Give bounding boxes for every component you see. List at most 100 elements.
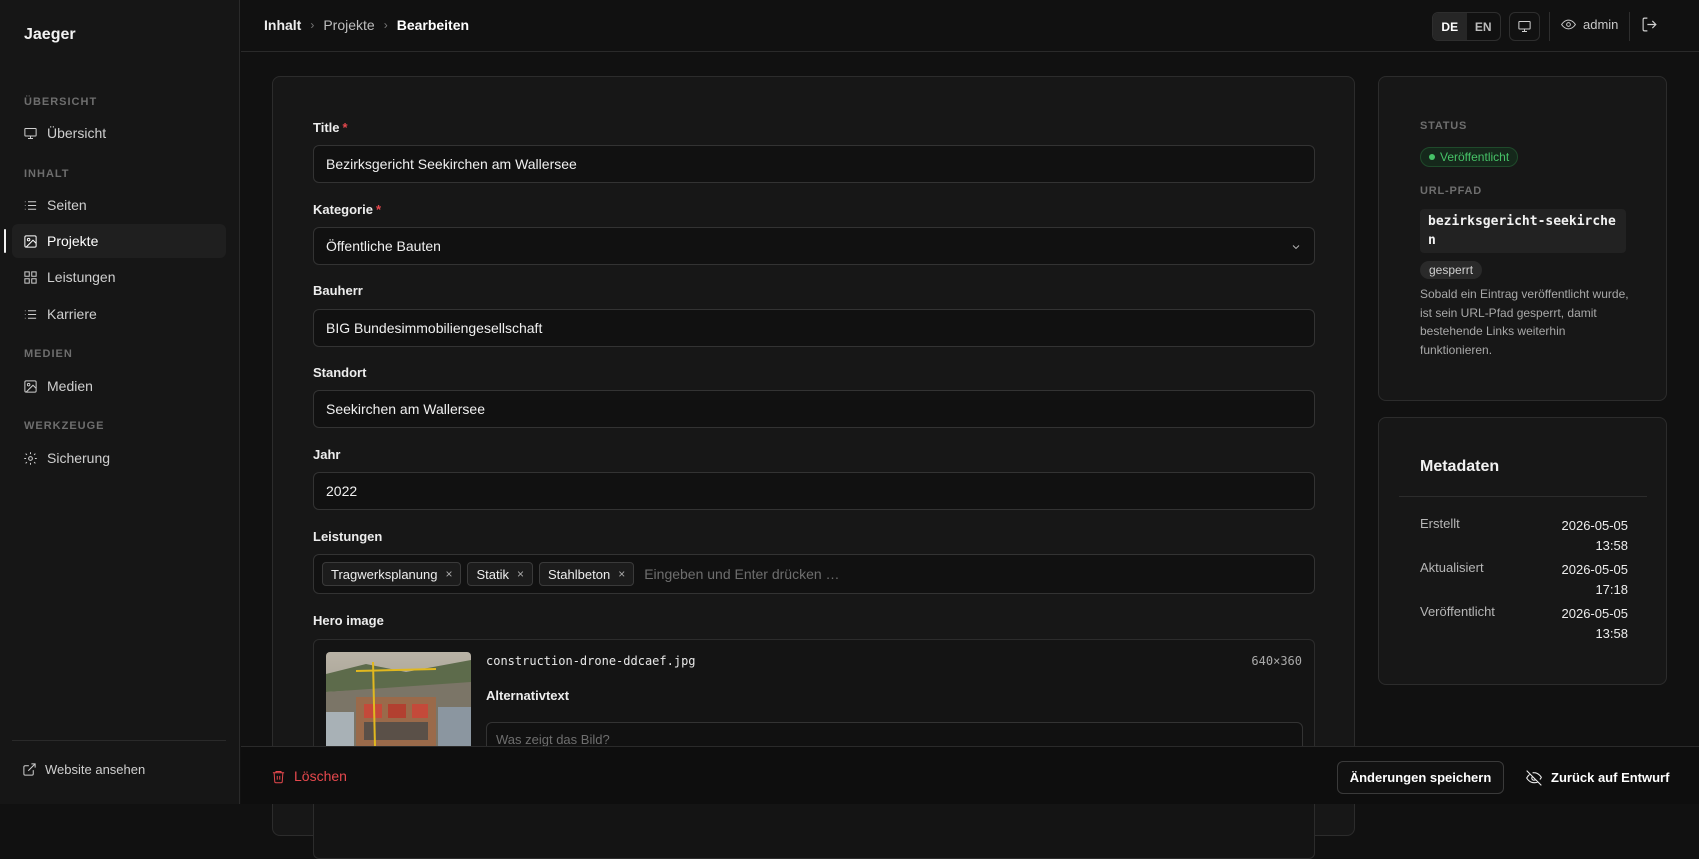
username: admin xyxy=(1583,17,1619,32)
status-badge: Veröffentlicht xyxy=(1420,147,1519,167)
external-link-icon xyxy=(23,763,36,776)
bauherr-input[interactable]: BIG Bundesimmobiliengesellschaft xyxy=(313,309,1315,347)
sidebar-item-karriere[interactable]: Karriere xyxy=(12,297,226,331)
logout-button[interactable] xyxy=(1641,16,1658,36)
kategorie-select[interactable]: Öffentliche Bauten xyxy=(313,227,1315,265)
chevron-right-icon: › xyxy=(310,18,315,32)
kategorie-label: Kategorie * xyxy=(313,202,381,217)
metadata-key: Aktualisiert xyxy=(1420,560,1484,575)
title-label: Title * xyxy=(313,120,348,135)
status-badge-label: Veröffentlicht xyxy=(1440,150,1510,164)
chevron-down-icon xyxy=(1290,240,1302,256)
tag-chip: Statik × xyxy=(467,562,534,586)
status-dot xyxy=(1429,154,1435,160)
url-slug: bezirksgericht-seekirchen xyxy=(1420,209,1626,253)
sidebar-item-leistungen[interactable]: Leistungen xyxy=(12,260,226,294)
breadcrumb: Inhalt › Projekte › Bearbeiten xyxy=(264,17,469,33)
metadata-time: 13:58 xyxy=(1595,538,1628,553)
hero-filename: construction-drone-ddcaef.jpg xyxy=(486,654,696,668)
topbar: Inhalt › Projekte › Bearbeiten DE EN adm… xyxy=(241,0,1699,52)
sidebar-item-medien[interactable]: Medien xyxy=(12,369,226,403)
lang-en-button[interactable]: EN xyxy=(1467,13,1501,40)
jahr-label: Jahr xyxy=(313,447,341,462)
sidebar-item-label: Medien xyxy=(47,378,93,394)
divider xyxy=(12,740,226,741)
sidebar-item-uebersicht[interactable]: Übersicht xyxy=(12,116,226,150)
monitor-icon xyxy=(1518,21,1531,32)
lang-de-button[interactable]: DE xyxy=(1433,13,1467,40)
metadata-date: 2026-05-05 xyxy=(1561,518,1629,533)
kategorie-select-value: Öffentliche Bauten xyxy=(326,238,441,254)
standort-label: Standort xyxy=(313,365,367,380)
metadata-date: 2026-05-05 xyxy=(1561,606,1629,621)
leistungen-tag-input[interactable]: Tragwerksplanung × Statik × Stahlbeton ×… xyxy=(313,554,1315,594)
tag-label: Stahlbeton xyxy=(548,566,611,582)
website-link[interactable]: Website ansehen xyxy=(22,762,145,777)
sidebar-item-label: Karriere xyxy=(47,306,97,322)
section-title-werkzeuge: WERKZEUGE xyxy=(24,420,105,432)
metadata-row-published: Veröffentlicht 2026-05-05 13:58 xyxy=(1420,604,1628,644)
brand-logo[interactable]: Jaeger xyxy=(24,26,76,44)
remove-tag-icon[interactable]: × xyxy=(445,567,452,581)
metadata-value: 2026-05-05 13:58 xyxy=(1562,604,1629,644)
sidebar-item-label: Leistungen xyxy=(47,269,116,285)
remove-tag-icon[interactable]: × xyxy=(517,567,524,581)
standort-input[interactable]: Seekirchen am Wallersee xyxy=(313,390,1315,428)
standort-input-value: Seekirchen am Wallersee xyxy=(326,401,485,417)
title-input-value: Bezirksgericht Seekirchen am Wallersee xyxy=(326,156,577,172)
active-indicator xyxy=(4,229,6,253)
hero-image-label: Hero image xyxy=(313,613,384,628)
metadata-row-created: Erstellt 2026-05-05 13:58 xyxy=(1420,516,1628,556)
revert-to-draft-label: Zurück auf Entwurf xyxy=(1551,770,1670,785)
metadata-time: 13:58 xyxy=(1595,626,1628,641)
breadcrumb-projekte[interactable]: Projekte xyxy=(323,17,374,33)
divider xyxy=(1399,496,1647,497)
divider xyxy=(1629,12,1630,41)
list-icon xyxy=(22,306,38,322)
metadata-panel: Metadaten Erstellt 2026-05-05 13:58 Aktua… xyxy=(1378,417,1667,685)
sidebar-item-seiten[interactable]: Seiten xyxy=(12,188,226,222)
save-button[interactable]: Änderungen speichern xyxy=(1337,761,1504,794)
sidebar-item-sicherung[interactable]: Sicherung xyxy=(12,441,226,475)
edit-form: Title * Bezirksgericht Seekirchen am Wall… xyxy=(272,76,1355,859)
hero-dimensions: 640×360 xyxy=(1251,654,1302,668)
monitor-icon xyxy=(22,125,38,141)
status-help-text: Sobald ein Eintrag veröffentlicht wurde,… xyxy=(1420,287,1629,357)
breadcrumb-inhalt[interactable]: Inhalt xyxy=(264,17,301,33)
chevron-right-icon: › xyxy=(383,18,388,32)
kategorie-label-text: Kategorie xyxy=(313,202,373,217)
jahr-input-value: 2022 xyxy=(326,483,358,499)
sidebar-item-label: Übersicht xyxy=(47,125,107,141)
delete-button[interactable]: Löschen xyxy=(271,768,347,784)
metadata-key: Erstellt xyxy=(1420,516,1460,531)
alt-text-label: Alternativtext xyxy=(486,688,570,703)
remove-tag-icon[interactable]: × xyxy=(618,567,625,581)
list-icon xyxy=(22,197,38,213)
title-input[interactable]: Bezirksgericht Seekirchen am Wallersee xyxy=(313,145,1315,183)
revert-to-draft-button[interactable]: Zurück auf Entwurf xyxy=(1526,761,1669,794)
tag-chip: Stahlbeton × xyxy=(539,562,635,586)
grid-icon xyxy=(22,269,38,285)
metadata-date: 2026-05-05 xyxy=(1561,562,1629,577)
leistungen-label: Leistungen xyxy=(313,529,383,544)
action-bar: Löschen Änderungen speichern Zurück auf … xyxy=(241,746,1699,804)
required-marker: * xyxy=(375,202,382,217)
eye-icon xyxy=(1561,19,1576,30)
metadata-time: 17:18 xyxy=(1595,582,1628,597)
sidebar-item-label: Seiten xyxy=(47,197,87,213)
tag-input-placeholder[interactable]: Eingeben und Enter drücken … xyxy=(644,566,839,582)
trash-icon xyxy=(272,770,285,783)
locked-badge: gesperrt xyxy=(1420,261,1483,279)
jahr-input[interactable]: 2022 xyxy=(313,472,1315,510)
metadata-value: 2026-05-05 17:18 xyxy=(1562,560,1629,600)
tag-label: Statik xyxy=(476,566,509,582)
tag-chip: Tragwerksplanung × xyxy=(322,562,462,586)
status-panel: STATUS Veröffentlicht URL-PFAD bezirksge… xyxy=(1378,76,1667,401)
image-icon xyxy=(22,378,38,394)
preview-button[interactable] xyxy=(1509,12,1540,41)
sidebar-item-label: Projekte xyxy=(47,233,99,249)
metadata-row-updated: Aktualisiert 2026-05-05 17:18 xyxy=(1420,560,1628,600)
image-icon xyxy=(22,233,38,249)
sidebar-item-projekte[interactable]: Projekte xyxy=(12,224,226,258)
metadata-title: Metadaten xyxy=(1420,458,1500,475)
